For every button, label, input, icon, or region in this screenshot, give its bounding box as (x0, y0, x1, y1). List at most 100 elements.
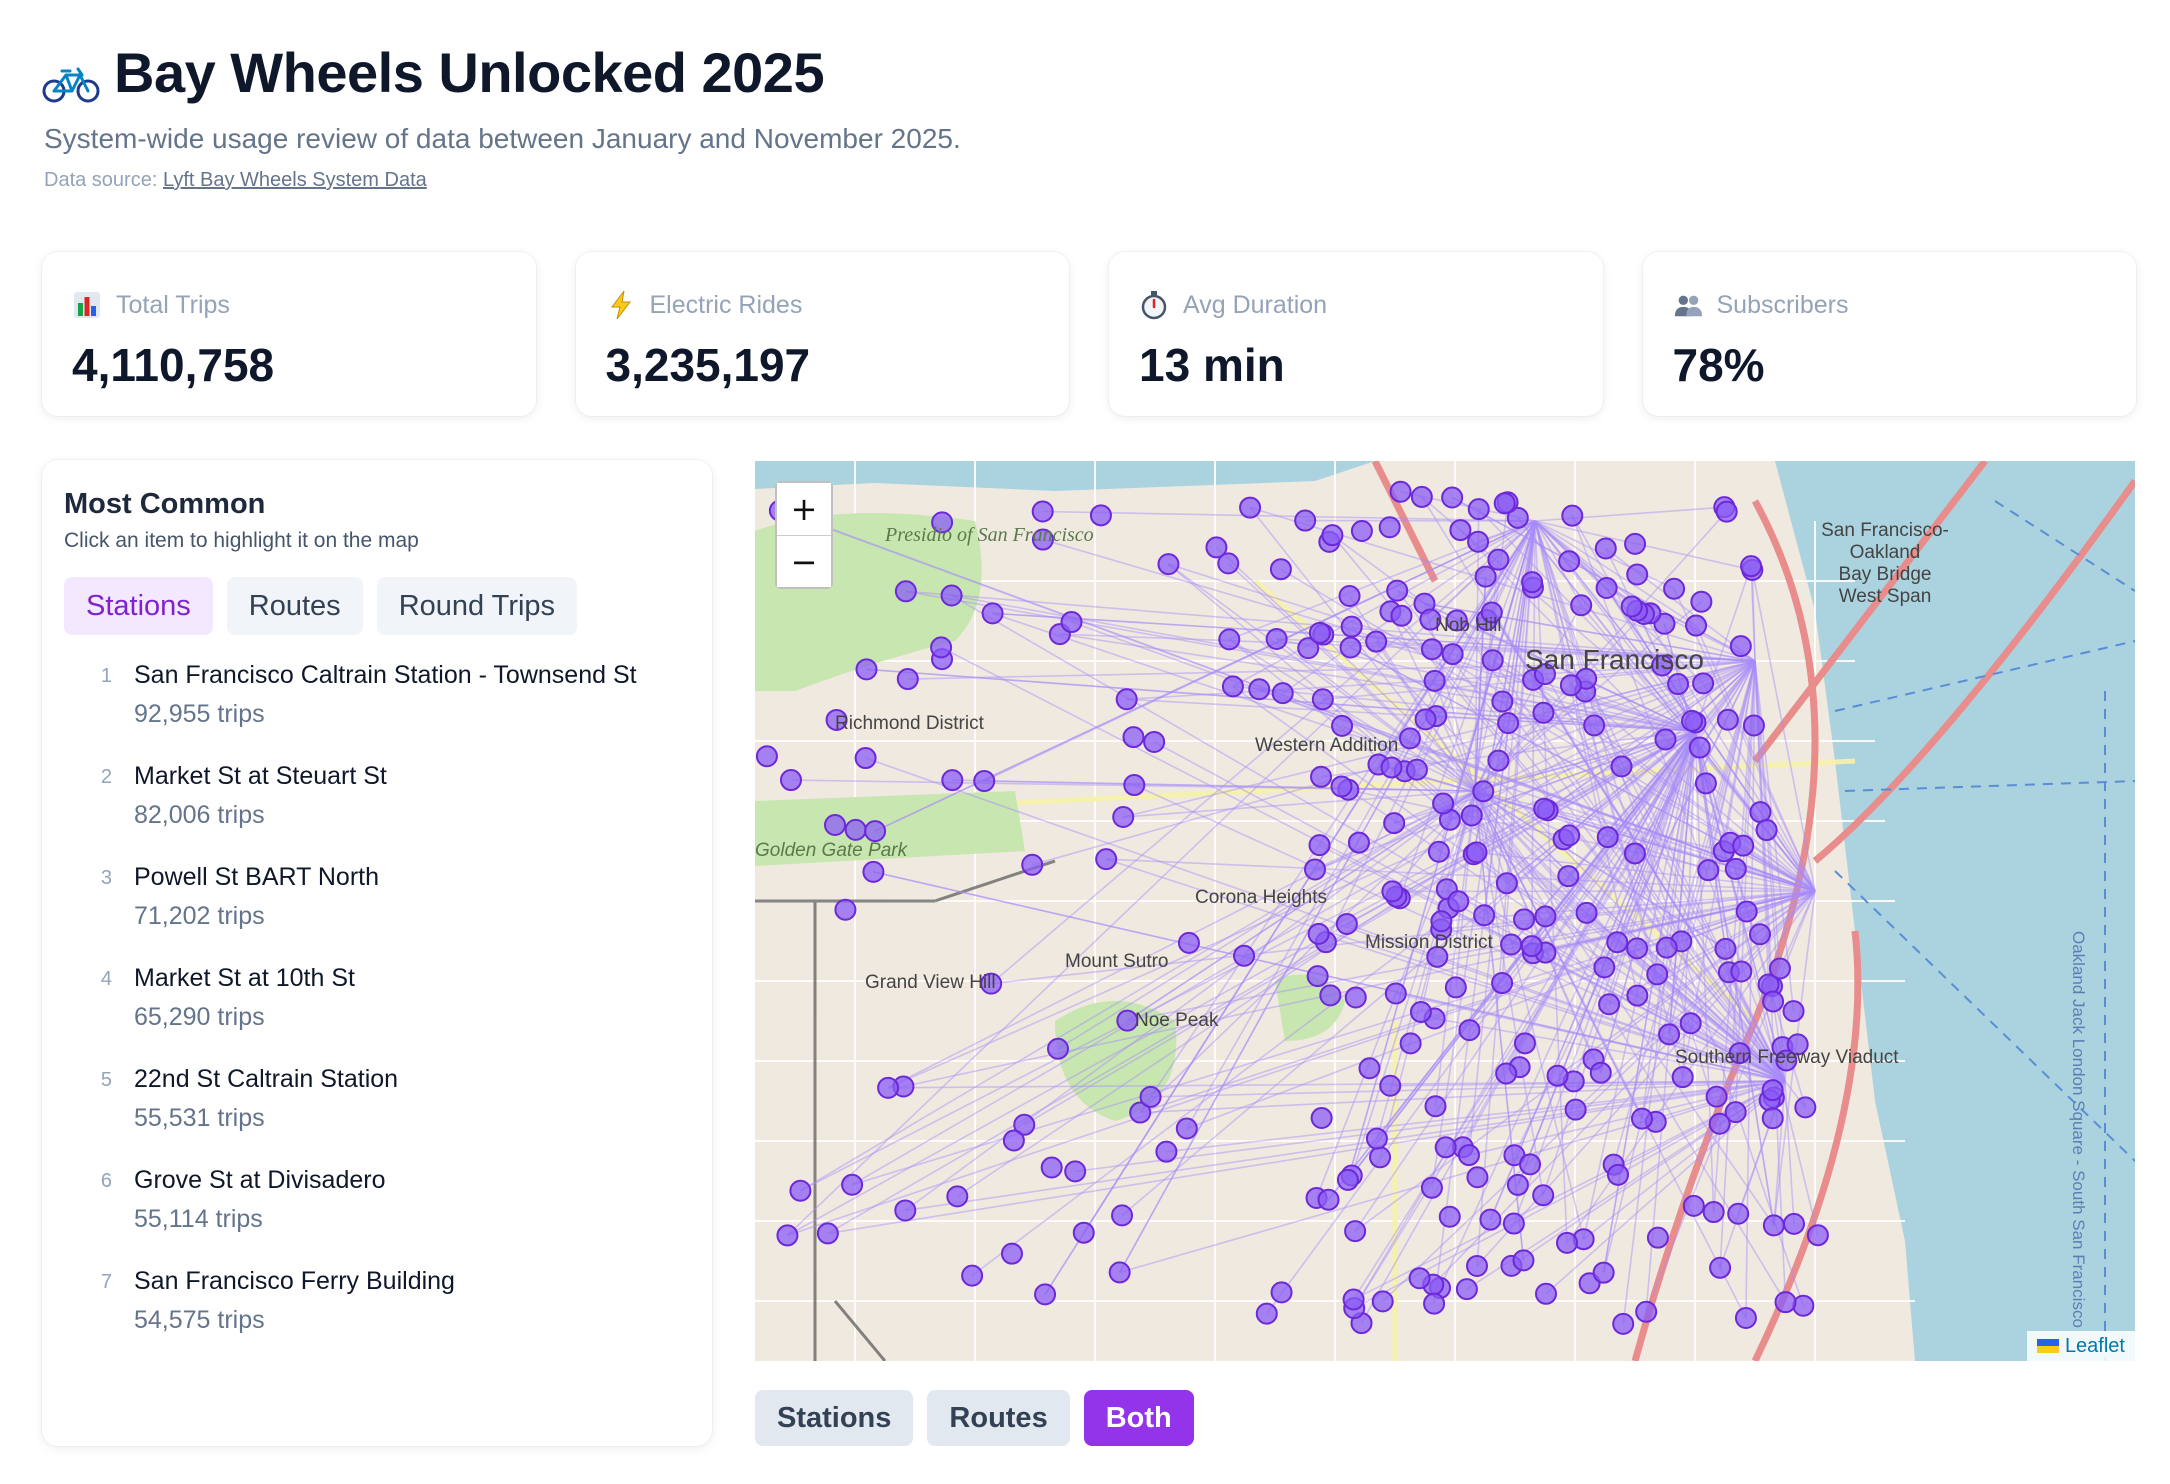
station-marker[interactable] (1742, 714, 1765, 737)
station-marker[interactable] (1465, 841, 1488, 864)
station-marker[interactable] (1761, 1107, 1784, 1130)
station-marker[interactable] (1724, 857, 1747, 880)
station-marker[interactable] (779, 769, 802, 792)
station-marker[interactable] (930, 636, 953, 659)
station-marker[interactable] (1533, 797, 1556, 820)
station-marker[interactable] (1595, 576, 1618, 599)
station-marker[interactable] (1040, 1156, 1063, 1179)
station-marker[interactable] (1782, 1000, 1805, 1023)
station-marker[interactable] (1064, 1160, 1087, 1183)
station-marker[interactable] (1157, 553, 1180, 576)
station-marker[interactable] (816, 1222, 839, 1245)
station-marker[interactable] (1358, 1057, 1381, 1080)
station-marker[interactable] (1308, 621, 1331, 644)
station-marker[interactable] (1389, 480, 1412, 503)
station-marker[interactable] (1606, 931, 1629, 954)
station-marker[interactable] (1479, 1208, 1502, 1231)
station-marker[interactable] (864, 820, 887, 843)
station-marker[interactable] (1671, 1066, 1694, 1089)
station-marker[interactable] (1000, 1242, 1023, 1265)
station-marker[interactable] (1654, 728, 1677, 751)
station-marker[interactable] (1667, 673, 1690, 696)
station-marker[interactable] (1386, 579, 1409, 602)
station-marker[interactable] (1768, 957, 1791, 980)
station-marker[interactable] (1378, 516, 1401, 539)
station-marker[interactable] (1457, 1144, 1480, 1167)
zoom-out-button[interactable]: − (777, 535, 831, 587)
station-marker[interactable] (1690, 590, 1713, 613)
station-marker[interactable] (1715, 500, 1738, 523)
station-marker[interactable] (1095, 848, 1118, 871)
station-marker[interactable] (1624, 532, 1647, 555)
station-marker[interactable] (789, 1179, 812, 1202)
station-marker[interactable] (1583, 714, 1606, 737)
station-marker[interactable] (1410, 485, 1433, 508)
station-marker[interactable] (1319, 984, 1342, 1007)
list-item[interactable]: 6 Grove St at Divisadero 55,114 trips (64, 1166, 690, 1267)
station-marker[interactable] (1727, 1202, 1750, 1225)
tab-routes[interactable]: Routes (226, 577, 363, 635)
station-marker[interactable] (1497, 712, 1520, 735)
station-marker[interactable] (1458, 1019, 1481, 1042)
list-item[interactable]: 3 Powell St BART North 71,202 trips (64, 863, 690, 964)
station-marker[interactable] (1371, 1290, 1394, 1313)
station-marker[interactable] (1589, 1061, 1612, 1084)
station-marker[interactable] (1331, 714, 1354, 737)
station-marker[interactable] (1340, 615, 1363, 638)
station-marker[interactable] (1495, 872, 1518, 895)
station-marker[interactable] (1705, 1085, 1728, 1108)
station-marker[interactable] (1806, 1224, 1829, 1247)
station-marker[interactable] (1265, 628, 1288, 651)
station-marker[interactable] (1493, 492, 1516, 515)
station-marker[interactable] (1694, 772, 1717, 795)
list-item[interactable]: 4 Market St at 10th St 65,290 trips (64, 964, 690, 1065)
station-marker[interactable] (973, 770, 996, 793)
station-marker[interactable] (1491, 972, 1514, 995)
station-marker[interactable] (1047, 1037, 1070, 1060)
station-marker[interactable] (1444, 976, 1467, 999)
station-marker[interactable] (1557, 865, 1580, 888)
station-marker[interactable] (1441, 643, 1464, 666)
station-marker[interactable] (1438, 1205, 1461, 1228)
station-marker[interactable] (1111, 1204, 1134, 1227)
station-marker[interactable] (1430, 910, 1453, 933)
station-marker[interactable] (1466, 1166, 1489, 1189)
station-marker[interactable] (1716, 708, 1739, 731)
station-marker[interactable] (776, 1224, 799, 1247)
station-marker[interactable] (1663, 577, 1686, 600)
station-marker[interactable] (1620, 595, 1643, 618)
station-marker[interactable] (1626, 984, 1649, 1007)
station-marker[interactable] (1350, 520, 1373, 543)
station-marker[interactable] (1708, 1112, 1731, 1135)
station-marker[interactable] (1735, 900, 1758, 923)
station-marker[interactable] (1304, 858, 1327, 881)
station-marker[interactable] (1612, 1312, 1635, 1335)
station-marker[interactable] (1175, 1117, 1198, 1140)
station-marker[interactable] (1783, 1212, 1806, 1235)
station-marker[interactable] (1646, 1226, 1669, 1249)
station-marker[interactable] (1688, 736, 1711, 759)
station-marker[interactable] (1570, 594, 1593, 617)
station-marker[interactable] (1646, 963, 1669, 986)
station-marker[interactable] (1155, 1140, 1178, 1163)
station-marker[interactable] (1594, 537, 1617, 560)
station-marker[interactable] (894, 1199, 917, 1222)
station-marker[interactable] (1455, 1278, 1478, 1301)
station-marker[interactable] (1449, 519, 1472, 542)
station-marker[interactable] (1306, 965, 1329, 988)
station-marker[interactable] (862, 860, 885, 883)
station-marker[interactable] (1342, 1288, 1365, 1311)
station-marker[interactable] (1520, 935, 1543, 958)
station-marker[interactable] (1139, 1085, 1162, 1108)
station-marker[interactable] (1060, 611, 1083, 634)
station-marker[interactable] (1740, 555, 1763, 578)
station-marker[interactable] (1270, 1281, 1293, 1304)
station-marker[interactable] (1233, 944, 1256, 967)
station-marker[interactable] (1365, 630, 1388, 653)
station-marker[interactable] (1248, 678, 1271, 701)
station-marker[interactable] (1307, 922, 1330, 945)
layer-both-button[interactable]: Both (1083, 1390, 1194, 1446)
station-marker[interactable] (1310, 1107, 1333, 1130)
station-marker[interactable] (1339, 636, 1362, 659)
station-marker[interactable] (1626, 563, 1649, 586)
